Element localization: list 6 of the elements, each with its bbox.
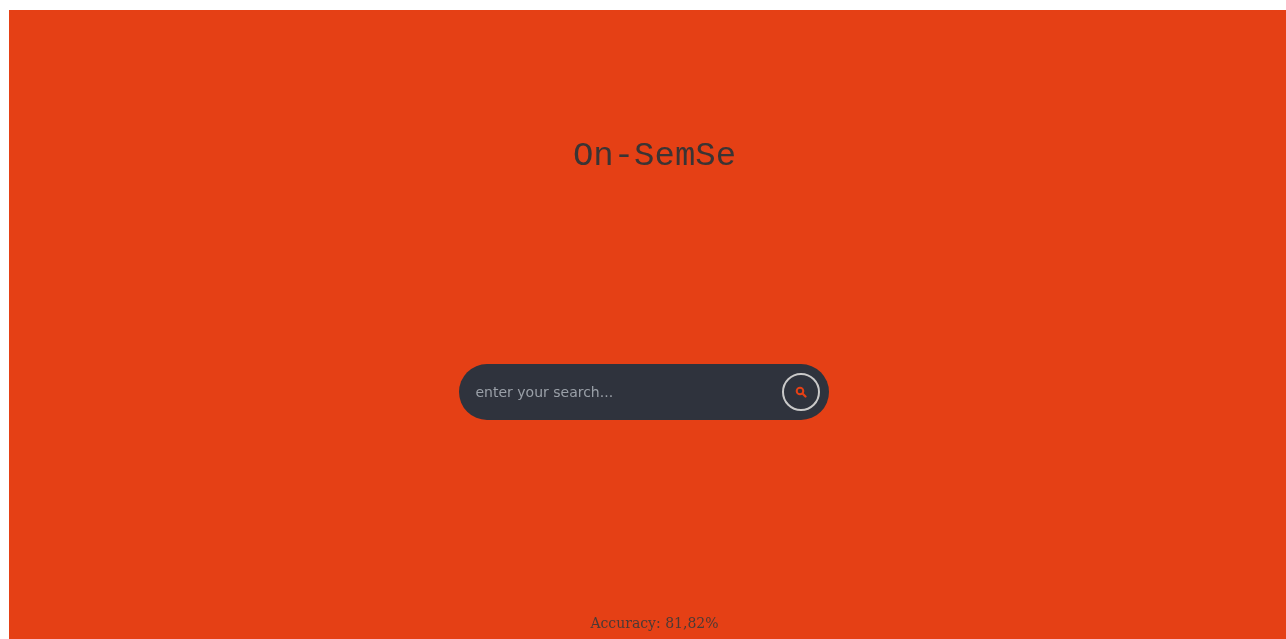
- search-button[interactable]: [781, 373, 820, 411]
- search-input[interactable]: enter your search...: [473, 383, 782, 401]
- search-icon: [794, 386, 807, 398]
- accuracy-text: Accuracy: 81,82%: [590, 615, 719, 631]
- search-bar[interactable]: enter your search...: [458, 364, 829, 420]
- site-title: On-SemSe: [572, 136, 737, 177]
